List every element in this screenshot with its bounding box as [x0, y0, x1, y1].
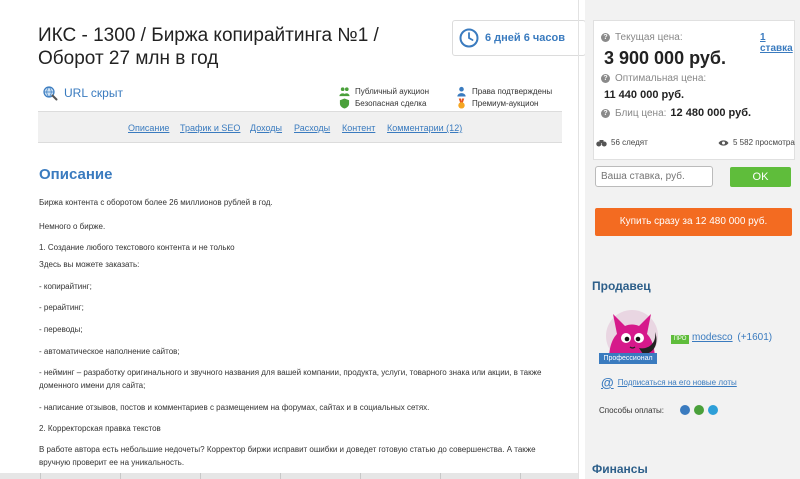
webmoney-icon	[680, 405, 690, 415]
description-paragraph: Здесь вы можете заказать:	[39, 260, 140, 269]
premium-auction-label: Премиум-аукцион	[472, 99, 539, 108]
description-paragraph: Биржа контента с оборотом более 26 милли…	[39, 198, 273, 207]
subscribe-label: Подписаться на его новые лоты	[617, 378, 737, 387]
tab-traffic-seo[interactable]: Трафик и SEO	[180, 123, 240, 133]
views-count: 5 582 просмотра	[733, 138, 795, 147]
tab-content[interactable]: Контент	[342, 123, 375, 133]
description-paragraph: - рерайтинг;	[39, 303, 84, 312]
column-divider	[578, 0, 579, 479]
eye-icon	[718, 139, 729, 146]
at-sign-icon: @	[601, 375, 614, 390]
feature-public-auction: Публичный аукцион	[339, 86, 429, 97]
horizontal-scrollbar[interactable]	[0, 473, 578, 479]
pro-account-badge: ПРО	[671, 335, 689, 344]
bid-input[interactable]	[595, 166, 713, 187]
site-url: URL скрыт	[42, 85, 123, 101]
feature-rights-confirmed: Права подтверждены	[456, 86, 552, 97]
payment-methods-label: Способы оплаты:	[599, 406, 665, 415]
clock-icon	[459, 28, 479, 48]
shield-icon	[339, 98, 350, 109]
blitz-price-label: Блиц цена:	[615, 107, 667, 119]
followers-stat: 56 следят	[596, 138, 648, 147]
tab-description[interactable]: Описание	[128, 123, 169, 133]
auction-timer: 6 дней 6 часов	[452, 20, 586, 56]
tab-comments[interactable]: Комментарии (12)	[387, 123, 462, 133]
seller-name-row: modesco (+1601)	[692, 332, 772, 343]
public-auction-label: Публичный аукцион	[355, 87, 430, 96]
safe-deal-label: Безопасная сделка	[355, 99, 427, 108]
seller-name-link[interactable]: modesco	[692, 332, 733, 343]
views-stat: 5 582 просмотра	[718, 138, 795, 147]
blitz-price: 12 480 000 руб.	[670, 107, 752, 119]
description-paragraph: - копирайтинг;	[39, 282, 92, 291]
description-heading: Описание	[39, 166, 113, 183]
seller-rating: (+1601)	[737, 332, 773, 343]
current-price-label: Текущая цена:	[615, 32, 683, 43]
description-paragraph: - переводы;	[39, 325, 83, 334]
description-paragraph: - автоматическое наполнение сайтов;	[39, 347, 180, 356]
help-icon[interactable]: ?	[601, 108, 610, 118]
seller-heading: Продавец	[592, 279, 651, 293]
current-price: 3 900 000 руб.	[604, 48, 726, 68]
yandex-money-icon	[694, 405, 704, 415]
binoculars-icon	[596, 139, 607, 146]
professional-badge: Профессионал	[599, 353, 657, 364]
description-paragraph: Немного о бирже.	[39, 222, 106, 231]
buy-now-button[interactable]: Купить сразу за 12 480 000 руб.	[595, 208, 792, 236]
description-paragraph: 2. Корректорская правка текстов	[39, 424, 161, 433]
optimal-price-label-row: ? Оптимальная цена:	[601, 73, 706, 84]
finance-heading: Финансы	[592, 462, 648, 476]
blitz-price-row: ? Блиц цена: 12 480 000 руб.	[601, 107, 751, 119]
timer-text: 6 дней 6 часов	[485, 32, 566, 44]
rights-confirmed-label: Права подтверждены	[472, 87, 553, 96]
payment-methods	[680, 405, 722, 415]
sidebar: ? Текущая цена: 1 ставка 3 900 000 руб. …	[585, 0, 800, 479]
help-icon[interactable]: ?	[601, 74, 610, 83]
description-paragraph: 1. Создание любого текстового контента и…	[39, 243, 235, 252]
url-hidden-text: URL скрыт	[64, 86, 123, 100]
bets-count-link[interactable]: 1 ставка	[760, 32, 794, 54]
lot-tabs: Описание Трафик и SEO Доходы Расходы Кон…	[38, 111, 562, 143]
description-paragraph: В работе автора есть небольшие недочеты?…	[39, 445, 536, 467]
place-bid-button[interactable]: OK	[730, 167, 791, 187]
lot-main: ИКС - 1300 / Биржа копирайтинга №1 / Обо…	[24, 0, 586, 479]
feature-premium-auction: Премиум-аукцион	[456, 98, 538, 109]
optimal-price: 11 440 000 руб.	[604, 89, 685, 101]
description-paragraph: - написание отзывов, постов и комментари…	[39, 403, 430, 412]
optimal-price-label: Оптимальная цена:	[615, 73, 707, 84]
description-paragraph: - нейминг – разработку оригинального и з…	[39, 368, 542, 390]
globe-search-icon	[43, 86, 58, 101]
tab-income[interactable]: Доходы	[250, 123, 282, 133]
users-icon	[339, 87, 350, 97]
subscribe-link[interactable]: @ Подписаться на его новые лоты	[601, 375, 737, 390]
page-title: ИКС - 1300 / Биржа копирайтинга №1 / Обо…	[38, 25, 379, 69]
tab-expenses[interactable]: Расходы	[294, 123, 330, 133]
followers-count: 56 следят	[611, 138, 648, 147]
qiwi-icon	[708, 405, 718, 415]
feature-safe-deal: Безопасная сделка	[339, 98, 426, 109]
help-icon[interactable]: ?	[601, 33, 610, 42]
medal-icon	[458, 98, 465, 109]
current-price-label-row: ? Текущая цена:	[601, 32, 683, 43]
user-icon	[457, 86, 466, 97]
